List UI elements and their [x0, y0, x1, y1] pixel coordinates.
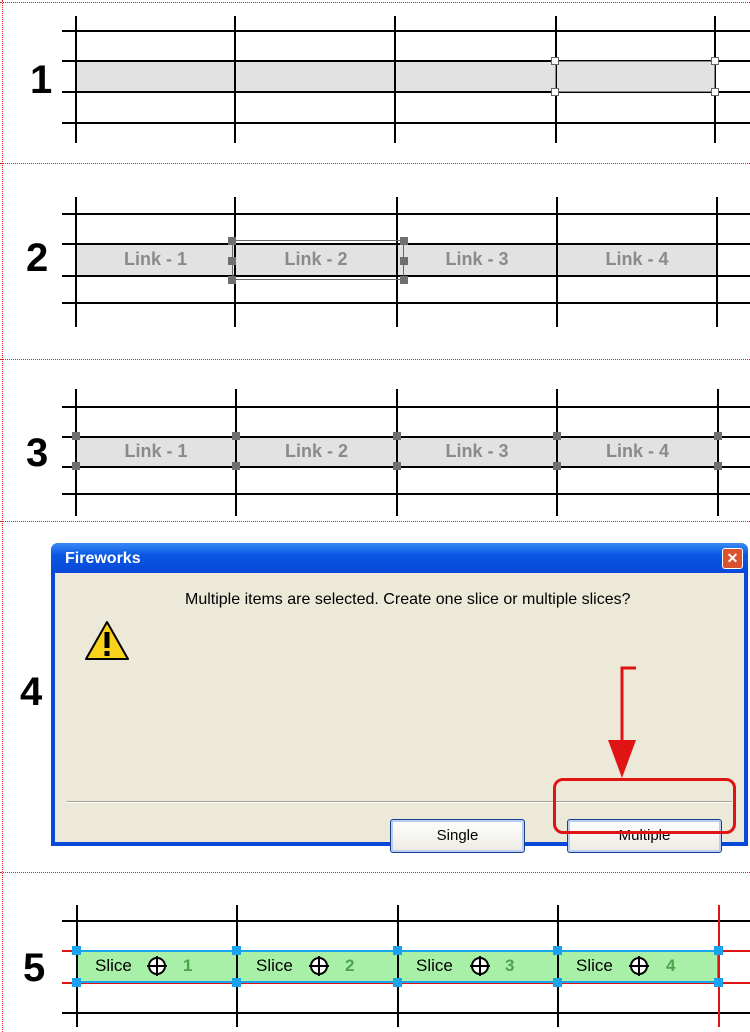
selection-handle[interactable]: [551, 88, 559, 96]
guide-line: [62, 493, 750, 495]
step-number: 3: [26, 431, 49, 475]
slice-handle[interactable]: [714, 946, 723, 955]
slice-label: Slice: [95, 956, 132, 975]
warning-icon: [85, 621, 129, 660]
slice-handle[interactable]: [393, 978, 402, 987]
guide-line: [76, 905, 78, 1027]
selection-box[interactable]: [555, 61, 715, 92]
selection-handle[interactable]: [714, 432, 722, 440]
selection-handle[interactable]: [711, 88, 719, 96]
selection-handle[interactable]: [400, 257, 408, 265]
crosshair-icon: [470, 956, 490, 976]
guide-line: [234, 16, 236, 143]
selection-handle[interactable]: [551, 57, 559, 65]
section-separator: [2, 0, 3, 1032]
multiple-highlight: [553, 778, 736, 834]
red-arrow-icon: [608, 666, 636, 778]
dialog-title: Fireworks: [65, 550, 141, 567]
selection-handle[interactable]: [232, 462, 240, 470]
slice-number: 1: [183, 956, 193, 975]
selection-handle[interactable]: [228, 257, 236, 265]
guide-line: [394, 16, 396, 143]
guide-line: [62, 213, 750, 215]
guide-line: [62, 436, 750, 438]
link-label: Link - 2: [284, 441, 348, 461]
step-number: 1: [30, 58, 53, 102]
single-button[interactable]: Single: [390, 819, 525, 853]
dialog-titlebar[interactable]: Fireworks ✕: [51, 543, 748, 573]
dialog-message: Multiple items are selected. Create one …: [185, 591, 631, 608]
close-button[interactable]: ✕: [722, 548, 743, 569]
slice-label: Slice: [256, 956, 293, 975]
selection-handle[interactable]: [553, 432, 561, 440]
slice-handle[interactable]: [553, 978, 562, 987]
selection-handle[interactable]: [400, 276, 408, 284]
guide-line: [397, 905, 399, 1027]
slice-number: 4: [666, 956, 676, 975]
slice-number: 3: [505, 956, 515, 975]
slice-handle[interactable]: [232, 978, 241, 987]
selection-handle[interactable]: [228, 237, 236, 245]
guide-line: [718, 905, 720, 1027]
selection-handle[interactable]: [72, 462, 80, 470]
section-separator: [0, 359, 750, 360]
guide-line: [236, 905, 238, 1027]
guide-line: [62, 302, 750, 304]
slice-handle[interactable]: [72, 978, 81, 987]
crosshair-icon: [147, 956, 167, 976]
slice-handle[interactable]: [393, 946, 402, 955]
guide-line: [62, 30, 750, 32]
guide-line: [62, 920, 750, 922]
guide-line: [62, 122, 750, 124]
selection-handle[interactable]: [393, 432, 401, 440]
section-separator: [0, 163, 750, 164]
guide-line: [62, 1012, 750, 1014]
link-label: Link - 1: [123, 249, 187, 269]
selection-handle[interactable]: [400, 237, 408, 245]
step-number: 2: [26, 236, 49, 280]
guide-line: [716, 197, 718, 327]
selection-handle[interactable]: [232, 432, 240, 440]
section-separator: [0, 521, 750, 522]
selection-handle[interactable]: [553, 462, 561, 470]
selection-handle[interactable]: [714, 462, 722, 470]
link-label: Link - 3: [445, 249, 509, 269]
selection-handle[interactable]: [711, 57, 719, 65]
guide-line: [717, 389, 719, 516]
guide-line: [557, 905, 559, 1027]
guide-line: [62, 406, 750, 408]
step-number: 5: [23, 946, 46, 990]
slice-handle[interactable]: [72, 946, 81, 955]
slice-handle[interactable]: [553, 946, 562, 955]
selection-box[interactable]: [232, 240, 404, 280]
guide-line: [75, 16, 77, 143]
link-label: Link - 3: [445, 441, 509, 461]
step-number: 4: [20, 670, 43, 714]
crosshair-icon: [629, 956, 649, 976]
slice-label: Slice: [576, 956, 613, 975]
slice-label: Slice: [416, 956, 453, 975]
section-separator: [0, 2, 750, 3]
section-separator: [0, 872, 750, 873]
crosshair-icon: [309, 956, 329, 976]
slice-handle[interactable]: [714, 978, 723, 987]
slice-number: 2: [345, 956, 355, 975]
selection-handle[interactable]: [72, 432, 80, 440]
slice-handle[interactable]: [232, 946, 241, 955]
link-label: Link - 1: [124, 441, 188, 461]
guide-line: [62, 466, 750, 468]
link-label: Link - 4: [605, 441, 669, 461]
link-label: Link - 4: [605, 249, 669, 269]
selection-handle[interactable]: [393, 462, 401, 470]
selection-handle[interactable]: [228, 276, 236, 284]
